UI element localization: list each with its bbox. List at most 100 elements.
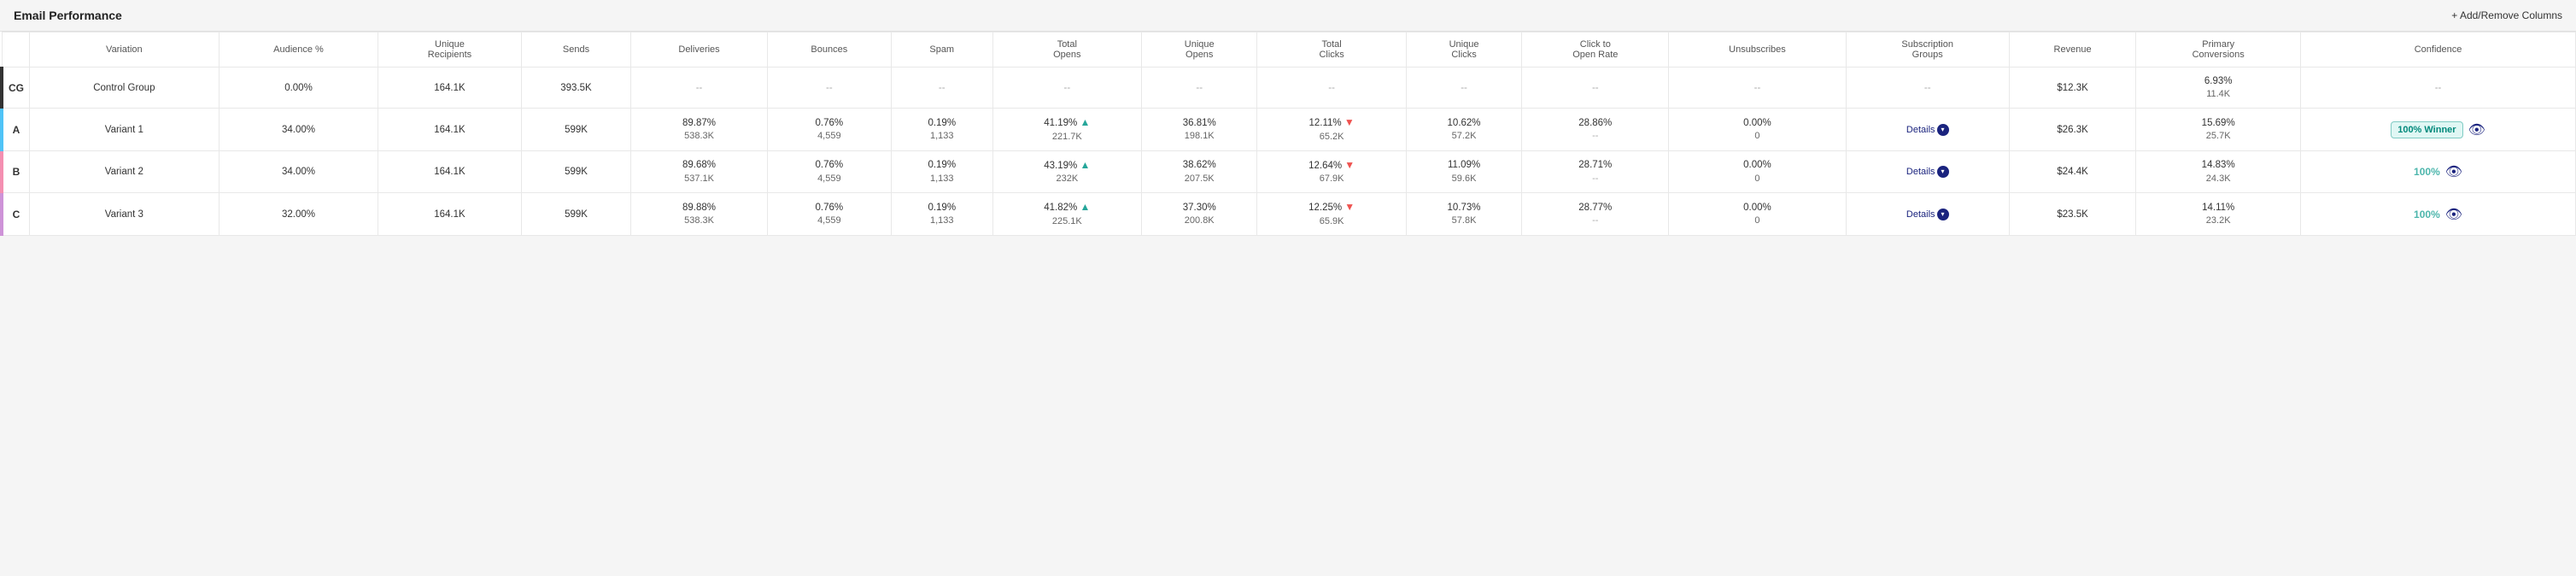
primary-conversions-cell: 6.93%11.4K — [2136, 68, 2301, 109]
spam-cell: 0.19%1,133 — [891, 193, 992, 235]
revenue-cell: $26.3K — [2009, 109, 2135, 150]
total-opens-cell: -- — [992, 68, 1142, 109]
eye-icon[interactable]: 👁 — [2468, 121, 2485, 138]
unsubscribes-cell: 0.00%0 — [1669, 109, 1846, 150]
revenue-value: $26.3K — [2057, 125, 2087, 135]
row-id-cell: A — [2, 109, 30, 150]
sends-value: 599K — [565, 167, 588, 177]
unique-opens-cell: 36.81%198.1K — [1142, 109, 1257, 150]
spam-cell: -- — [891, 68, 992, 109]
subscription-details-button[interactable]: Details ▾ — [1906, 124, 1949, 136]
variation-cell: Control Group — [30, 68, 220, 109]
bounces-value: -- — [826, 83, 833, 93]
col-unique-clicks: UniqueClicks — [1406, 32, 1521, 68]
row-id-label: B — [13, 166, 20, 178]
row-id-cell: CG — [2, 68, 30, 109]
total-opens-cell: 41.82% ▲225.1K — [992, 193, 1142, 235]
spam-value: -- — [939, 83, 946, 93]
total-opens-cell: 41.19% ▲221.7K — [992, 109, 1142, 150]
col-id — [2, 32, 30, 68]
audience-cell: 34.00% — [219, 150, 378, 192]
up-arrow-icon: ▲ — [1080, 116, 1090, 128]
unique-opens-cell: -- — [1142, 68, 1257, 109]
sends-value: 599K — [565, 125, 588, 135]
deliveries-cell: 89.87%538.3K — [631, 109, 767, 150]
audience-cell: 34.00% — [219, 109, 378, 150]
bounces-cell: 0.76%4,559 — [767, 150, 891, 192]
winner-badge: 100% Winner — [2391, 121, 2462, 138]
unique-recipients-cell: 164.1K — [378, 150, 521, 192]
col-unique-recipients: UniqueRecipients — [378, 32, 521, 68]
col-total-opens: TotalOpens — [992, 32, 1142, 68]
spam-cell: 0.19%1,133 — [891, 109, 992, 150]
up-arrow-icon: ▲ — [1080, 201, 1090, 213]
table-body: CGControl Group0.00%164.1K393.5K--------… — [2, 68, 2576, 236]
audience-cell: 32.00% — [219, 193, 378, 235]
deliveries-cell: 89.88%538.3K — [631, 193, 767, 235]
confidence-badge: 100% — [2414, 209, 2440, 220]
subscription-groups-cell: -- — [1846, 68, 2009, 109]
chevron-down-icon: ▾ — [1937, 166, 1949, 178]
add-remove-columns-button[interactable]: + Add/Remove Columns — [2451, 9, 2562, 21]
subscription-groups-cell[interactable]: Details ▾ — [1846, 150, 2009, 192]
audience-value: 34.00% — [282, 125, 315, 135]
sends-cell: 599K — [521, 109, 631, 150]
table-row: B Variant 2 34.00% 164.1K 599K 89.68%537.1K0.… — [2, 150, 2576, 192]
down-arrow-icon: ▼ — [1344, 116, 1355, 128]
col-sends: Sends — [521, 32, 631, 68]
variation-name: Variant 1 — [105, 125, 143, 135]
click-to-open-value: -- — [1592, 83, 1599, 93]
subscription-details-button[interactable]: Details ▾ — [1906, 209, 1949, 220]
unique-recipients-value: 164.1K — [434, 125, 465, 135]
unsubscribes-value: -- — [1754, 83, 1761, 93]
row-id-label: C — [13, 209, 20, 220]
unsubscribes-cell: 0.00%0 — [1669, 193, 1846, 235]
eye-icon[interactable]: 👁 — [2445, 206, 2462, 223]
unique-recipients-cell: 164.1K — [378, 109, 521, 150]
audience-value: 34.00% — [282, 167, 315, 177]
unique-opens-cell: 37.30%200.8K — [1142, 193, 1257, 235]
sends-cell: 599K — [521, 150, 631, 192]
table-row: CGControl Group0.00%164.1K393.5K--------… — [2, 68, 2576, 109]
performance-table-wrapper: Variation Audience % UniqueRecipients Se… — [0, 32, 2576, 236]
sends-cell: 599K — [521, 193, 631, 235]
confidence-value: -- — [2435, 83, 2442, 93]
variation-name: Variant 2 — [105, 167, 143, 177]
subscription-groups-value: -- — [1924, 83, 1931, 93]
eye-icon[interactable]: 👁 — [2445, 163, 2462, 180]
total-opens-cell: 43.19% ▲232K — [992, 150, 1142, 192]
unique-opens-value: -- — [1196, 83, 1203, 93]
confidence-cell: 100% 👁 — [2301, 150, 2576, 192]
subscription-groups-cell[interactable]: Details ▾ — [1846, 193, 2009, 235]
confidence-cell: 100% Winner 👁 — [2301, 109, 2576, 150]
bounces-cell: 0.76%4,559 — [767, 109, 891, 150]
variation-name: Control Group — [93, 83, 155, 93]
bounces-cell: -- — [767, 68, 891, 109]
unique-recipients-value: 164.1K — [434, 83, 465, 93]
total-clicks-cell: 12.25% ▼65.9K — [1257, 193, 1407, 235]
sends-cell: 393.5K — [521, 68, 631, 109]
up-arrow-icon: ▲ — [1080, 159, 1090, 171]
click-to-open-cell: -- — [1522, 68, 1669, 109]
col-spam: Spam — [891, 32, 992, 68]
chevron-down-icon: ▾ — [1937, 209, 1949, 220]
total-opens-value: -- — [1063, 83, 1070, 93]
table-row: CVariant 332.00%164.1K599K89.88%538.3K0.… — [2, 193, 2576, 235]
total-clicks-cell: 12.64% ▼67.9K — [1257, 150, 1407, 192]
col-primary-conversions: PrimaryConversions — [2136, 32, 2301, 68]
deliveries-cell: 89.68%537.1K — [631, 150, 767, 192]
email-performance-section: Email Performance + Add/Remove Columns V… — [0, 0, 2576, 236]
col-confidence: Confidence — [2301, 32, 2576, 68]
col-audience: Audience % — [219, 32, 378, 68]
col-revenue: Revenue — [2009, 32, 2135, 68]
click-to-open-cell: 28.86%-- — [1522, 109, 1669, 150]
subscription-details-button[interactable]: Details ▾ — [1906, 166, 1949, 178]
revenue-value: $24.4K — [2057, 167, 2087, 177]
total-clicks-cell: -- — [1257, 68, 1407, 109]
col-deliveries: Deliveries — [631, 32, 767, 68]
audience-value: 32.00% — [282, 209, 315, 220]
confidence-cell: -- — [2301, 68, 2576, 109]
section-header: Email Performance + Add/Remove Columns — [0, 0, 2576, 32]
col-bounces: Bounces — [767, 32, 891, 68]
subscription-groups-cell[interactable]: Details ▾ — [1846, 109, 2009, 150]
